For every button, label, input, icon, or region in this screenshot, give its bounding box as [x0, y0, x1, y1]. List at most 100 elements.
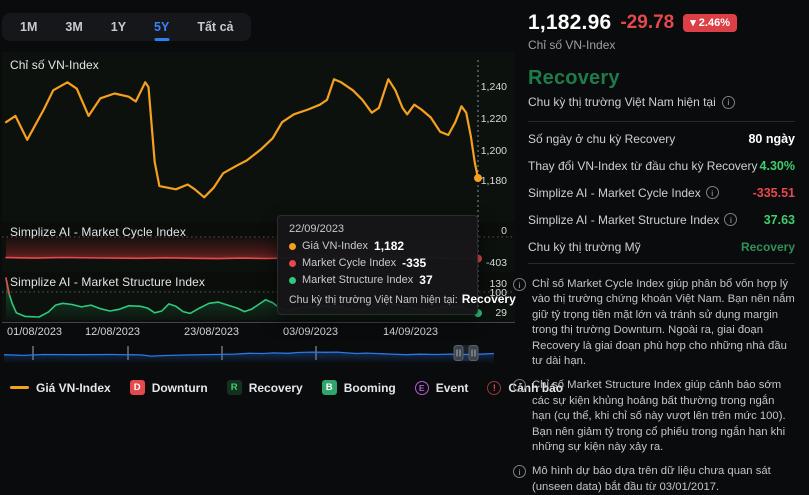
tooltip-row: Giá VN-Index 1,182	[289, 239, 466, 253]
note-text: Mô hình dự báo dựa trên dữ liệu chưa qua…	[532, 464, 795, 495]
stat-value: 4.30%	[760, 159, 795, 173]
y-axis-label: 1,200	[459, 145, 507, 157]
stat-label-text: Simplize AI - Market Structure Index	[528, 213, 719, 227]
tooltip-row-label: Giá VN-Index	[302, 240, 368, 252]
tab-all[interactable]: Tất cả	[183, 13, 247, 41]
navigator-right-handle[interactable]	[469, 346, 478, 361]
tab-1m[interactable]: 1M	[6, 13, 51, 41]
stats-list: Số ngày ở chu kỳ Recovery 80 ngày Thay đ…	[528, 125, 795, 260]
market-cycle-status-subtitle: Chu kỳ thị trường Việt Nam hiện tại i	[528, 95, 795, 109]
legend-item-downturn[interactable]: D Downturn	[130, 380, 208, 395]
price-header: 1,182.96 -29.78 ▾ 2.46%	[528, 11, 795, 35]
cycle-pane-title: Simplize AI - Market Cycle Index	[10, 225, 186, 239]
info-icon[interactable]: i	[513, 379, 526, 392]
stat-row-days-in-cycle: Số ngày ở chu kỳ Recovery 80 ngày	[528, 125, 795, 152]
divider	[528, 263, 795, 264]
info-icon[interactable]: i	[513, 278, 526, 291]
stat-row-market-cycle-index: Simplize AI - Market Cycle Index i -335.…	[528, 179, 795, 206]
legend-item-price[interactable]: Giá VN-Index	[10, 381, 111, 395]
stat-label: Chu kỳ thị trường Mỹ	[528, 240, 641, 254]
tooltip-row-value: 37	[419, 273, 432, 287]
y-axis-label: 1,220	[459, 113, 507, 125]
tab-3m[interactable]: 3M	[51, 13, 96, 41]
legend-label: Event	[436, 381, 469, 395]
tooltip-footer-label: Chu kỳ thị trường Việt Nam hiện tại:	[289, 294, 458, 306]
index-change: -29.78	[620, 12, 674, 34]
chart-legend: Giá VN-Index D Downturn R Recovery B Boo…	[10, 380, 563, 395]
note-text: Chỉ số Market Structure Index giúp cảnh …	[532, 378, 795, 455]
note-text: Chỉ số Market Cycle Index giúp phân bổ v…	[532, 277, 795, 369]
navigator-series	[4, 352, 494, 363]
recovery-chip-icon: R	[227, 380, 242, 395]
navigator-canvas	[2, 343, 497, 363]
x-axis-line	[2, 322, 515, 323]
info-icon[interactable]: i	[513, 465, 526, 478]
note-market-structure: i Chỉ số Market Structure Index giúp cản…	[513, 378, 795, 455]
x-axis-label: 03/09/2023	[283, 326, 338, 338]
status-subtitle-text: Chu kỳ thị trường Việt Nam hiện tại	[528, 95, 716, 109]
change-percent-badge: ▾ 2.46%	[683, 14, 737, 32]
range-tabbar: 1M 3M 1Y 5Y Tất cả	[2, 13, 251, 41]
event-circle-icon: E	[415, 381, 429, 395]
stat-value: 80 ngày	[748, 132, 795, 146]
index-price: 1,182.96	[528, 11, 611, 35]
info-panel: 1,182.96 -29.78 ▾ 2.46% Chỉ số VN-Index …	[513, 0, 809, 462]
structure-series-dot-icon	[289, 277, 296, 284]
downturn-chip-icon: D	[130, 380, 145, 395]
x-axis-label: 12/08/2023	[85, 326, 140, 338]
stat-label: Thay đổi VN-Index từ đầu chu kỳ Recovery	[528, 159, 757, 173]
stat-label-text: Simplize AI - Market Cycle Index	[528, 186, 701, 200]
warning-circle-icon: !	[487, 381, 501, 395]
tooltip-row: Market Structure Index 37	[289, 273, 466, 287]
info-icon[interactable]: i	[724, 213, 737, 226]
stat-label: Simplize AI - Market Cycle Index i	[528, 186, 719, 200]
price-pane-title: Chỉ số VN-Index	[10, 58, 99, 72]
legend-label: Booming	[344, 381, 396, 395]
legend-label: Downturn	[152, 381, 208, 395]
note-unseen-data: i Mô hình dự báo dựa trên dữ liệu chưa q…	[513, 464, 795, 495]
market-cycle-status: Recovery	[528, 67, 795, 90]
x-axis-label: 23/08/2023	[184, 326, 239, 338]
legend-item-recovery[interactable]: R Recovery	[227, 380, 303, 395]
tooltip-row-label: Market Cycle Index	[302, 257, 396, 269]
chart-tooltip: 22/09/2023 Giá VN-Index 1,182 Market Cyc…	[277, 215, 478, 315]
stat-row-us-market-cycle: Chu kỳ thị trường Mỹ Recovery	[528, 233, 795, 260]
stat-value: -335.51	[753, 186, 795, 200]
y-axis-label: 1,180	[459, 175, 507, 187]
booming-chip-icon: B	[322, 380, 337, 395]
tooltip-row-value: 1,182	[374, 239, 404, 253]
info-icon[interactable]: i	[722, 96, 735, 109]
tab-5y-active[interactable]: 5Y	[140, 13, 183, 41]
index-name: Chỉ số VN-Index	[528, 38, 795, 52]
stat-value: Recovery	[741, 240, 795, 254]
info-icon[interactable]: i	[706, 186, 719, 199]
price-series-dot-icon	[289, 243, 296, 250]
orange-line-swatch-icon	[10, 386, 29, 389]
tooltip-row: Market Cycle Index -335	[289, 256, 466, 270]
tooltip-row-value: -335	[402, 256, 426, 270]
stat-label: Số ngày ở chu kỳ Recovery	[528, 132, 675, 146]
stat-row-index-change: Thay đổi VN-Index từ đầu chu kỳ Recovery…	[528, 152, 795, 179]
stat-label: Simplize AI - Market Structure Index i	[528, 213, 737, 227]
y-axis-label: 1,240	[459, 81, 507, 93]
x-axis-label: 14/09/2023	[383, 326, 438, 338]
tooltip-row-label: Market Structure Index	[302, 274, 413, 286]
range-navigator[interactable]	[2, 343, 497, 363]
structure-pane-title: Simplize AI - Market Structure Index	[10, 275, 205, 289]
navigator-left-handle[interactable]	[454, 346, 463, 361]
legend-item-event[interactable]: E Event	[415, 381, 469, 395]
cycle-series-dot-icon	[289, 260, 296, 267]
tooltip-date: 22/09/2023	[289, 223, 466, 235]
legend-label: Giá VN-Index	[36, 381, 111, 395]
legend-label: Recovery	[249, 381, 303, 395]
stat-value: 37.63	[764, 213, 795, 227]
tooltip-footer-value: Recovery	[462, 292, 516, 306]
divider	[528, 121, 795, 122]
stat-row-market-structure-index: Simplize AI - Market Structure Index i 3…	[528, 206, 795, 233]
tooltip-footer: Chu kỳ thị trường Việt Nam hiện tại:Reco…	[289, 292, 466, 306]
legend-item-booming[interactable]: B Booming	[322, 380, 396, 395]
x-axis-label: 01/08/2023	[7, 326, 62, 338]
note-market-cycle: i Chỉ số Market Cycle Index giúp phân bổ…	[513, 277, 795, 369]
tab-1y[interactable]: 1Y	[97, 13, 140, 41]
notes-section: i Chỉ số Market Cycle Index giúp phân bổ…	[513, 277, 795, 495]
